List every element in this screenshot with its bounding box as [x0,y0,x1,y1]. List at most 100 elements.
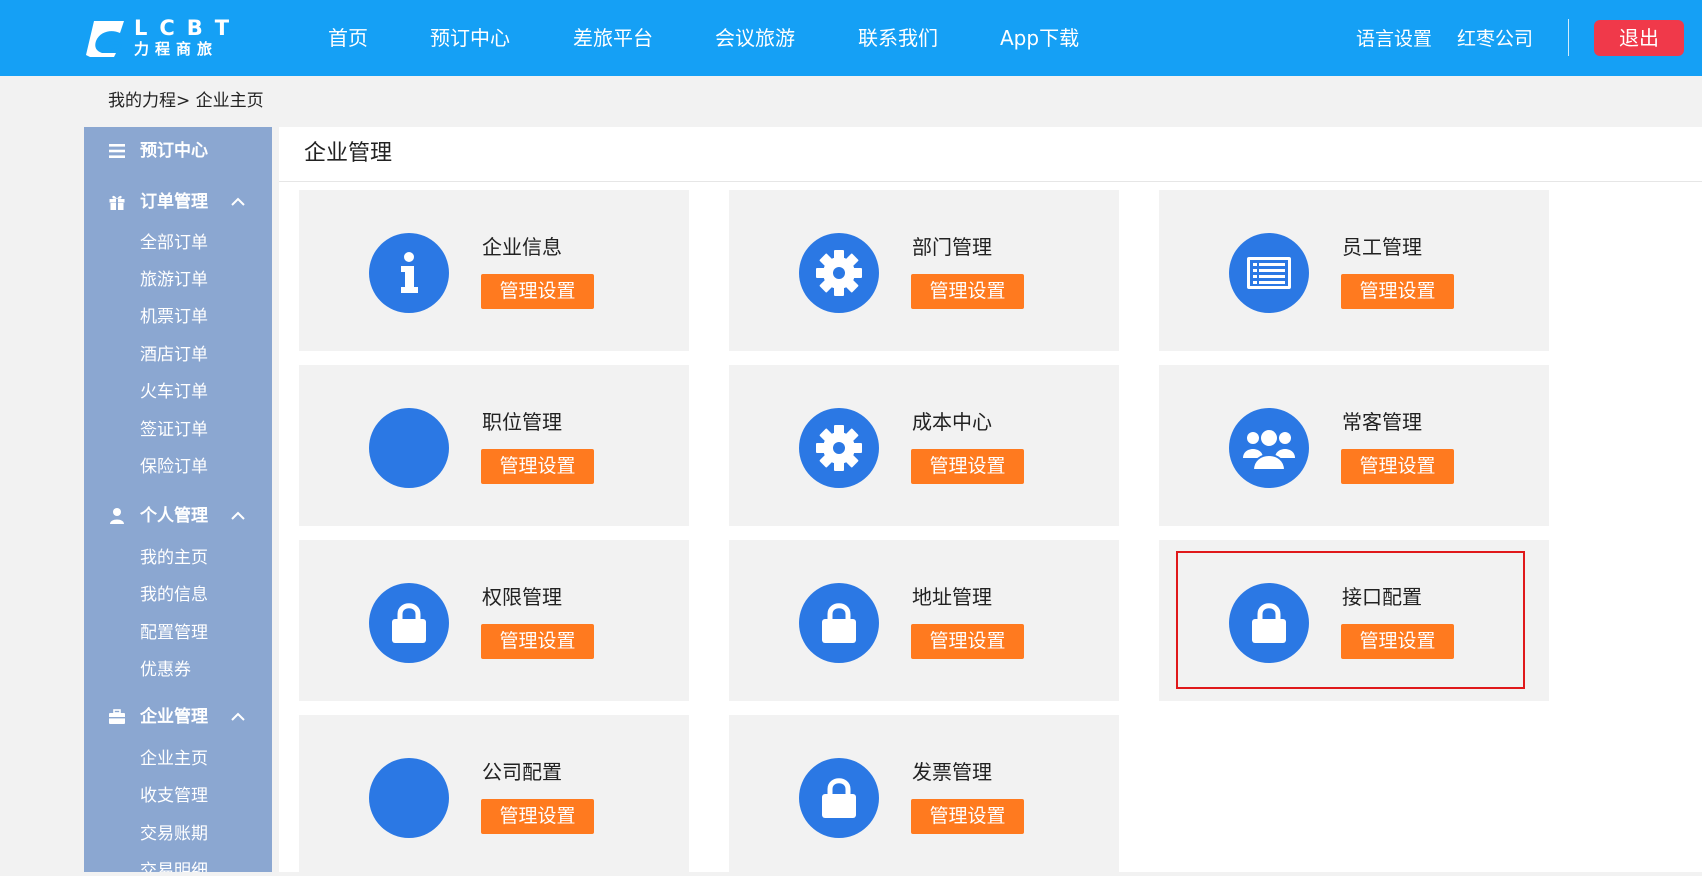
card-icon-circle [799,758,879,838]
gear-icon [816,250,862,296]
main-panel: 企业管理 企业信息 管理设置 部门管理 管理设置 员工管理 管理设置 职位管理 … [279,127,1702,876]
sidebar-section-label: 预订中心 [140,141,208,161]
gear-icon [816,425,862,471]
sidebar-item-transaction-details[interactable]: 交易明细 [140,859,208,872]
card-icon-circle [799,583,879,663]
nav-booking-center[interactable]: 预订中心 [430,25,510,51]
list-card-icon [1247,257,1291,289]
logo[interactable]: LCBT 力程商旅 [82,17,232,59]
card-title: 发票管理 [912,760,992,784]
user-icon [110,508,124,524]
chevron-up-icon [231,197,245,206]
card-title: 接口配置 [1342,585,1422,609]
sidebar-item-hotel-orders[interactable]: 酒店订单 [140,343,208,367]
sidebar-item-transaction-period[interactable]: 交易账期 [140,822,208,846]
card-icon-circle [1229,233,1309,313]
blank-icon [369,758,449,838]
sidebar-section-label: 订单管理 [140,192,208,212]
sidebar-item-coupons[interactable]: 优惠券 [140,658,191,682]
sidebar-item-insurance-orders[interactable]: 保险订单 [140,455,208,479]
breadcrumb: 我的力程> 企业主页 [108,91,264,111]
card-position-management: 职位管理 管理设置 [299,365,689,526]
title-divider [279,181,1702,182]
card-interface-config: 接口配置 管理设置 [1159,540,1549,701]
card-cost-center: 成本中心 管理设置 [729,365,1119,526]
manage-settings-button[interactable]: 管理设置 [911,274,1024,309]
card-icon-circle [1229,583,1309,663]
card-icon-circle [799,233,879,313]
sidebar-section-booking-center[interactable]: 预订中心 [84,136,272,166]
blank-icon [369,408,449,488]
sidebar-item-enterprise-homepage[interactable]: 企业主页 [140,747,208,771]
card-employee-management: 员工管理 管理设置 [1159,190,1549,351]
sidebar-item-visa-orders[interactable]: 签证订单 [140,418,208,442]
lock-icon [822,603,856,643]
nav-home[interactable]: 首页 [328,25,368,51]
card-title: 部门管理 [912,235,992,259]
logo-letters: LCBT [134,16,242,40]
manage-settings-button[interactable]: 管理设置 [911,624,1024,659]
sidebar-section-personal-management[interactable]: 个人管理 [84,501,272,531]
sidebar-item-my-homepage[interactable]: 我的主页 [140,546,208,570]
card-company-config: 公司配置 管理设置 [299,715,689,876]
sidebar-item-config-management[interactable]: 配置管理 [140,621,208,645]
top-navigation-bar: LCBT 力程商旅 首页 预订中心 差旅平台 会议旅游 联系我们 App下载 语… [0,0,1702,76]
nav-conference-tourism[interactable]: 会议旅游 [715,25,795,51]
manage-settings-button[interactable]: 管理设置 [481,799,594,834]
card-title: 公司配置 [482,760,562,784]
card-invoice-management: 发票管理 管理设置 [729,715,1119,876]
manage-settings-button[interactable]: 管理设置 [1341,274,1454,309]
sidebar-section-order-management[interactable]: 订单管理 [84,187,272,217]
logo-chinese-name: 力程商旅 [134,40,219,58]
sidebar-item-my-info[interactable]: 我的信息 [140,583,208,607]
manage-settings-button[interactable]: 管理设置 [911,799,1024,834]
card-enterprise-info: 企业信息 管理设置 [299,190,689,351]
menu-icon [109,144,125,158]
sidebar-item-travel-orders[interactable]: 旅游订单 [140,268,208,292]
card-title: 员工管理 [1342,235,1422,259]
lock-icon [1252,603,1286,643]
card-title: 职位管理 [482,410,562,434]
sidebar-item-flight-orders[interactable]: 机票订单 [140,305,208,329]
chevron-up-icon [231,712,245,721]
nav-app-download[interactable]: App下载 [1000,25,1079,51]
manage-settings-button[interactable]: 管理设置 [481,274,594,309]
users-icon [1243,428,1295,471]
card-icon-circle [369,758,449,838]
info-icon [401,252,418,293]
sidebar-section-label: 个人管理 [140,506,208,526]
card-icon-circle [369,233,449,313]
nav-contact-us[interactable]: 联系我们 [858,25,938,51]
logout-button[interactable]: 退出 [1594,20,1684,56]
manage-settings-button[interactable]: 管理设置 [481,449,594,484]
sidebar-section-label: 企业管理 [140,707,208,727]
sidebar-item-all-orders[interactable]: 全部订单 [140,231,208,255]
card-icon-circle [1229,408,1309,488]
card-title: 企业信息 [482,235,562,259]
card-address-management: 地址管理 管理设置 [729,540,1119,701]
sidebar-item-income-expense[interactable]: 收支管理 [140,784,208,808]
sidebar: 预订中心 订单管理 全部订单 旅游订单 机票订单 酒店订单 火车订单 签证订单 … [84,127,272,872]
manage-settings-button[interactable]: 管理设置 [1341,624,1454,659]
nav-divider [1568,19,1569,56]
manage-settings-button[interactable]: 管理设置 [481,624,594,659]
language-settings-link[interactable]: 语言设置 [1356,26,1432,52]
logo-mark-icon [86,21,124,57]
card-title: 权限管理 [482,585,562,609]
company-name-link[interactable]: 红枣公司 [1457,26,1533,52]
sidebar-section-enterprise-management[interactable]: 企业管理 [84,702,272,732]
briefcase-icon [109,709,125,724]
sidebar-item-train-orders[interactable]: 火车订单 [140,380,208,404]
chevron-up-icon [231,511,245,520]
card-frequent-traveler-management: 常客管理 管理设置 [1159,365,1549,526]
manage-settings-button[interactable]: 管理设置 [1341,449,1454,484]
card-icon-circle [799,408,879,488]
card-title: 成本中心 [912,410,992,434]
card-icon-circle [369,583,449,663]
card-permission-management: 权限管理 管理设置 [299,540,689,701]
nav-travel-platform[interactable]: 差旅平台 [573,25,653,51]
card-title: 常客管理 [1342,410,1422,434]
card-icon-circle [369,408,449,488]
gift-icon [109,195,125,210]
manage-settings-button[interactable]: 管理设置 [911,449,1024,484]
